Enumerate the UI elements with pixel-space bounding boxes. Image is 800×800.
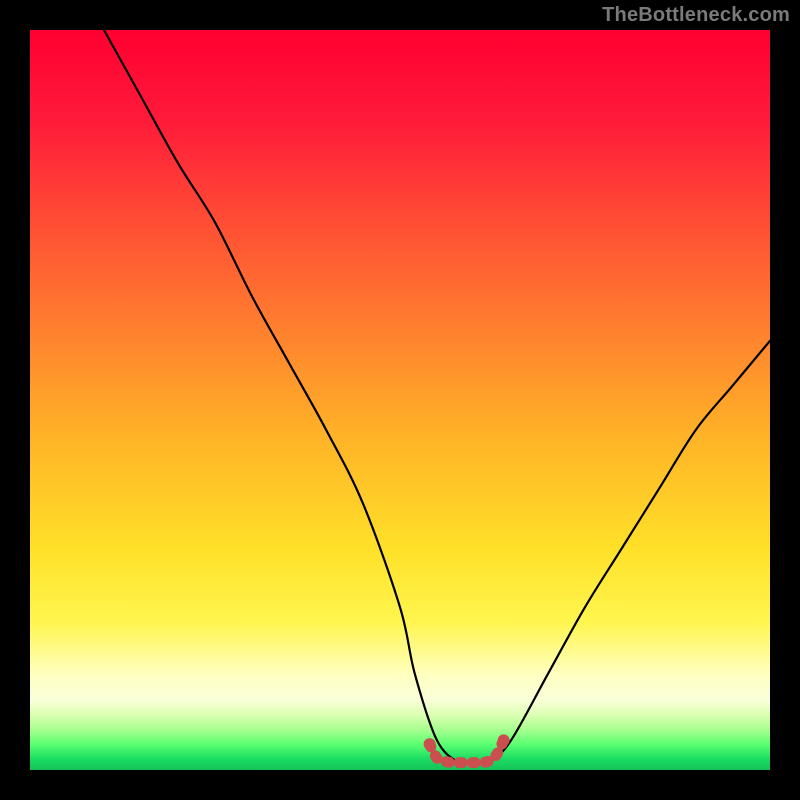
plot-background xyxy=(30,30,770,770)
bottleneck-chart xyxy=(0,0,800,800)
chart-frame: TheBottleneck.com xyxy=(0,0,800,800)
watermark-label: TheBottleneck.com xyxy=(602,4,790,27)
optimal-endpoint-left xyxy=(424,738,436,750)
optimal-endpoint-right xyxy=(498,734,510,746)
